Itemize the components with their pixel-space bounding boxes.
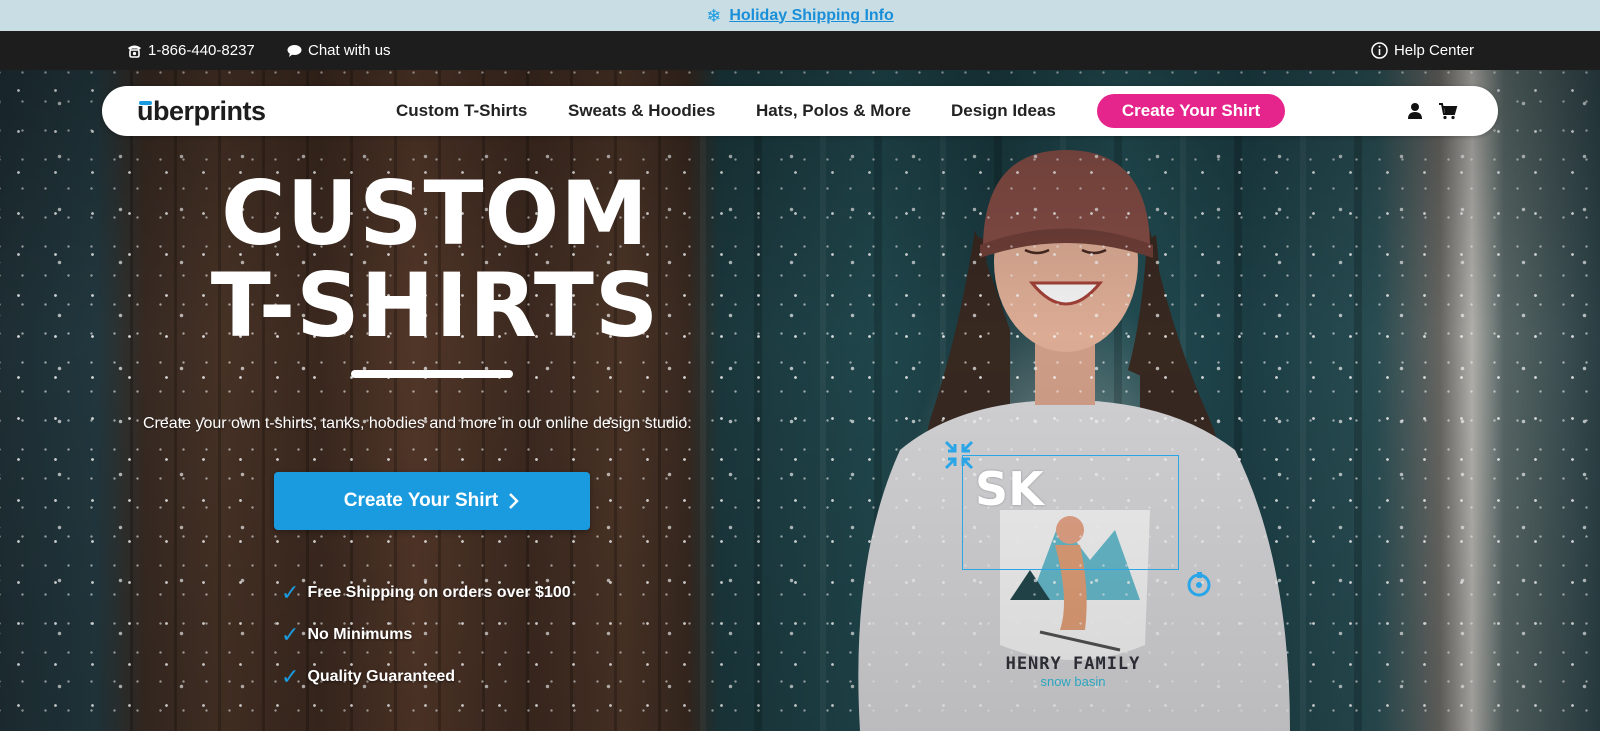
hero-title-line1: CUSTOM xyxy=(221,162,649,265)
shirt-print-line1: HENRY FAMILY xyxy=(1005,654,1141,674)
logo-text: uberprints xyxy=(137,95,266,126)
phone-icon xyxy=(128,45,141,58)
checkmark-icon: ✓ xyxy=(281,664,300,689)
user-icon[interactable] xyxy=(1405,101,1425,121)
hero-title-line2: T-SHIRTS xyxy=(210,254,660,357)
list-item: ✓ Quality Guaranteed xyxy=(281,664,571,689)
phone-link[interactable]: 1-866-440-8237 xyxy=(127,31,255,70)
checkmark-icon: ✓ xyxy=(281,580,300,605)
main-navigation: uberprints Custom T-Shirts Sweats & Hood… xyxy=(102,86,1498,136)
checkmark-icon: ✓ xyxy=(281,622,300,647)
resize-handle-icon xyxy=(944,440,974,470)
nav-sweats-hoodies[interactable]: Sweats & Hoodies xyxy=(568,86,715,136)
utility-bar: 1-866-440-8237 Chat with us Help Center xyxy=(0,31,1600,70)
hero-subtitle: Create your own t-shirts, tanks, hoodies… xyxy=(143,415,692,432)
info-icon xyxy=(1371,42,1388,59)
holiday-shipping-link[interactable]: Holiday Shipping Info xyxy=(729,7,893,25)
nav-design-ideas[interactable]: Design Ideas xyxy=(951,86,1056,136)
list-item: ✓ Free Shipping on orders over $100 xyxy=(281,580,571,605)
nav-custom-tshirts[interactable]: Custom T-Shirts xyxy=(396,86,527,136)
list-item: ✓ No Minimums xyxy=(281,622,571,647)
benefit-text: Quality Guaranteed xyxy=(307,668,456,685)
cart-icon[interactable] xyxy=(1438,101,1458,121)
snowflake-icon: ❄ xyxy=(706,5,722,26)
benefit-text: Free Shipping on orders over $100 xyxy=(307,584,571,601)
promo-bar: ❄ Holiday Shipping Info xyxy=(0,0,1600,31)
title-underline xyxy=(351,370,513,378)
benefits-list: ✓ Free Shipping on orders over $100 ✓ No… xyxy=(281,580,571,709)
chat-icon xyxy=(287,44,302,57)
nav-create-shirt-button[interactable]: Create Your Shirt xyxy=(1097,94,1285,128)
benefit-text: No Minimums xyxy=(307,626,413,643)
hero-cta-label: Create Your Shirt xyxy=(343,490,499,511)
hero-create-shirt-button[interactable]: Create Your Shirt xyxy=(274,472,590,530)
phone-number: 1-866-440-8237 xyxy=(148,42,255,59)
chat-link[interactable]: Chat with us xyxy=(287,31,391,70)
rotate-handle-icon xyxy=(1187,572,1211,597)
uberprints-logo[interactable]: uberprints xyxy=(137,94,266,128)
shirt-print-line2: snow basin xyxy=(1040,674,1106,689)
hero-title: CUSTOM T-SHIRTS xyxy=(140,168,730,352)
nav-hats-polos-more[interactable]: Hats, Polos & More xyxy=(756,86,911,136)
chat-label: Chat with us xyxy=(308,42,391,59)
help-center-link[interactable]: Help Center xyxy=(1371,31,1474,70)
design-selection-box xyxy=(962,455,1179,570)
help-center-label: Help Center xyxy=(1393,42,1474,59)
chevron-right-icon xyxy=(509,493,520,509)
